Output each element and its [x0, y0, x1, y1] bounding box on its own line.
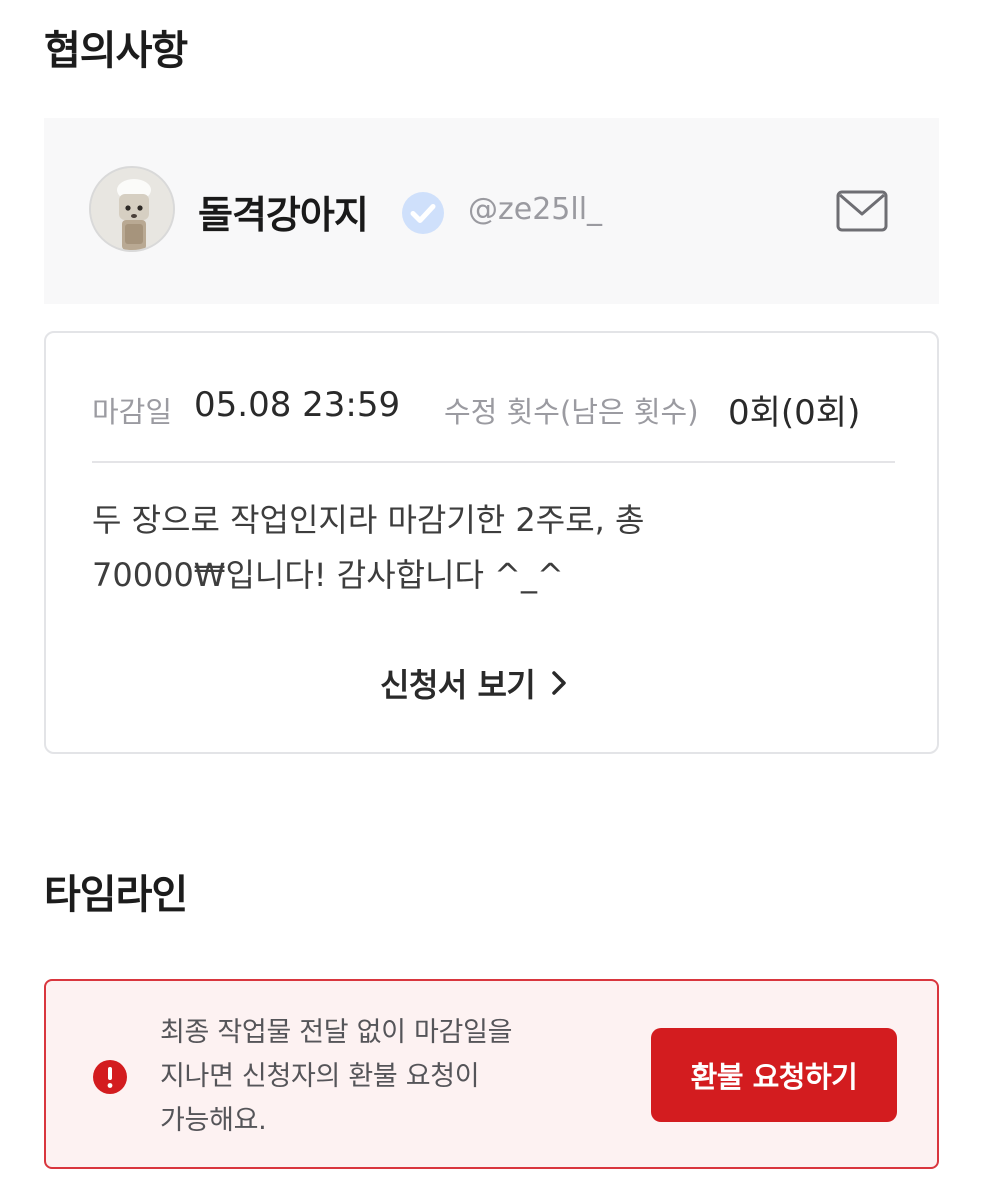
profile-name: 돌격강아지: [198, 193, 369, 237]
avatar[interactable]: [89, 166, 175, 252]
deadline-label: 마감일: [92, 395, 173, 429]
message-line: 70000₩입니다! 감사합니다 ^_^: [92, 556, 564, 594]
profile-card: 돌격강아지 @ze25ll_: [44, 118, 939, 304]
revision-count-label: 수정 횟수(남은 횟수): [444, 395, 699, 429]
alert-line: 지나면 신청자의 환불 요청이: [160, 1061, 480, 1092]
section-title-timeline: 타임라인: [44, 872, 188, 918]
refund-request-button[interactable]: 환불 요청하기: [651, 1028, 897, 1122]
alert-line: 최종 작업물 전달 없이 마감일을: [160, 1017, 513, 1048]
page: 협의사항 돌격강아지 @ze25ll_ 마감일 05.08 23:59 수정 횟…: [0, 0, 983, 1200]
agreement-detail-card: 마감일 05.08 23:59 수정 횟수(남은 횟수) 0회(0회) 두 장으…: [44, 331, 939, 754]
avatar-image: [91, 168, 173, 250]
chevron-right-icon: [552, 671, 567, 695]
alert-icon: [93, 1060, 127, 1094]
alert-message: 최종 작업물 전달 없이 마감일을 지나면 신청자의 환불 요청이 가능해요.: [160, 1011, 600, 1143]
view-application-link[interactable]: 신청서 보기: [380, 659, 569, 707]
verified-badge-icon: [402, 192, 444, 234]
revision-count-value: 0회(0회): [728, 393, 861, 433]
view-application-label: 신청서 보기: [380, 666, 536, 704]
message-line: 두 장으로 작업인지라 마감기한 2주로, 총: [92, 501, 645, 539]
alert-line: 가능해요.: [160, 1105, 267, 1136]
deadline-value: 05.08 23:59: [194, 385, 401, 425]
section-title-agreement: 협의사항: [44, 28, 188, 74]
mail-icon[interactable]: [836, 190, 888, 232]
agreement-message: 두 장으로 작업인지라 마감기한 2주로, 총 70000₩입니다! 감사합니다…: [92, 493, 892, 603]
meta-row: 마감일 05.08 23:59 수정 횟수(남은 횟수) 0회(0회): [92, 385, 902, 433]
refund-alert-box: 최종 작업물 전달 없이 마감일을 지나면 신청자의 환불 요청이 가능해요. …: [44, 979, 939, 1169]
profile-handle: @ze25ll_: [468, 192, 603, 227]
divider: [92, 461, 895, 463]
